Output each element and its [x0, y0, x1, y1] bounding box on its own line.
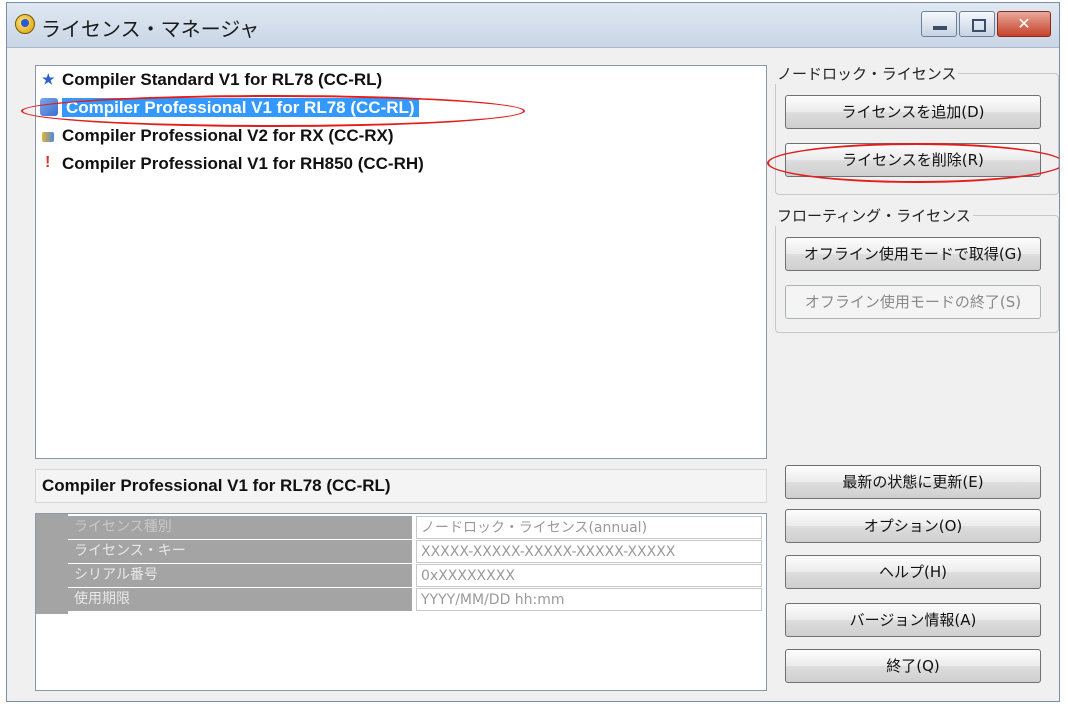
add-license-button[interactable]: ライセンスを追加(D): [785, 95, 1041, 129]
license-manager-window: ライセンス・マネージャ ✕ Compiler Standard V1 for R…: [6, 2, 1060, 702]
options-button[interactable]: オプション(O): [785, 509, 1041, 543]
maximize-button[interactable]: [959, 11, 995, 37]
star-icon: [40, 67, 58, 91]
floating-group-label: フローティング・ライセンス: [775, 205, 973, 226]
property-row[interactable]: シリアル番号 0xXXXXXXXX: [68, 564, 762, 588]
properties-gutter: [36, 514, 68, 614]
property-row[interactable]: 使用期限 YYYY/MM/DD hh:mm: [68, 588, 762, 612]
license-icon: [40, 126, 58, 144]
license-list-item[interactable]: Compiler Standard V1 for RL78 (CC-RL): [40, 67, 382, 92]
property-name: ライセンス種別: [68, 516, 412, 539]
warning-icon: [40, 151, 58, 175]
close-button[interactable]: ✕: [997, 11, 1051, 37]
property-row[interactable]: ライセンス種別 ノードロック・ライセンス(annual): [68, 516, 762, 540]
exit-button[interactable]: 終了(Q): [785, 649, 1041, 683]
minimize-button[interactable]: [921, 11, 957, 37]
license-properties-grid: ライセンス種別 ノードロック・ライセンス(annual) ライセンス・キー XX…: [35, 513, 767, 691]
property-value: XXXXX-XXXXX-XXXXX-XXXXX-XXXXX: [416, 540, 762, 563]
version-info-button[interactable]: バージョン情報(A): [785, 603, 1041, 637]
license-list-item[interactable]: Compiler Professional V2 for RX (CC-RX): [40, 124, 394, 148]
property-name: 使用期限: [68, 588, 412, 611]
window-title: ライセンス・マネージャ: [41, 17, 260, 41]
property-value: YYYY/MM/DD hh:mm: [416, 588, 762, 611]
license-list[interactable]: Compiler Standard V1 for RL78 (CC-RL) Co…: [35, 65, 767, 459]
detail-title: Compiler Professional V1 for RL78 (CC-RL…: [35, 469, 767, 503]
property-row[interactable]: ライセンス・キー XXXXX-XXXXX-XXXXX-XXXXX-XXXXX: [68, 540, 762, 564]
offline-end-button[interactable]: オフライン使用モードの終了(S): [785, 285, 1041, 319]
property-name: シリアル番号: [68, 564, 412, 587]
property-value: ノードロック・ライセンス(annual): [416, 516, 762, 539]
property-name: ライセンス・キー: [68, 540, 412, 563]
help-button[interactable]: ヘルプ(H): [785, 555, 1041, 589]
license-list-item-selected[interactable]: Compiler Professional V1 for RL78 (CC-RL…: [40, 96, 419, 120]
remove-license-button[interactable]: ライセンスを削除(R): [785, 143, 1041, 177]
close-icon: ✕: [1017, 14, 1031, 33]
title-bar[interactable]: ライセンス・マネージャ ✕: [7, 3, 1059, 48]
key-icon: [40, 98, 58, 116]
offline-acquire-button[interactable]: オフライン使用モードで取得(G): [785, 237, 1041, 271]
refresh-button[interactable]: 最新の状態に更新(E): [785, 465, 1041, 499]
property-value: 0xXXXXXXXX: [416, 564, 762, 587]
node-lock-group-label: ノードロック・ライセンス: [775, 63, 959, 84]
app-icon: [15, 14, 35, 34]
license-list-item[interactable]: Compiler Professional V1 for RH850 (CC-R…: [40, 151, 424, 176]
